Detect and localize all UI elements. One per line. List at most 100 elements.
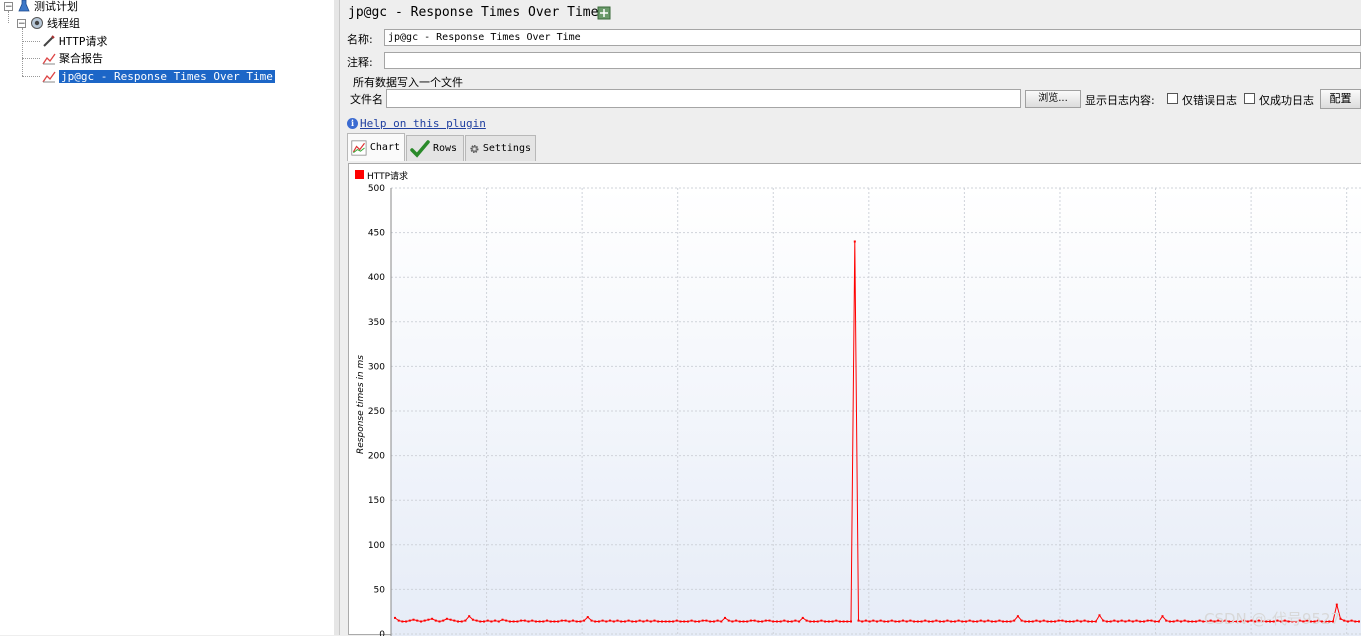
data-point: [1102, 619, 1105, 622]
data-point: [746, 620, 749, 623]
tree-item-test-plan[interactable]: − 测试计划: [4, 0, 78, 14]
data-point: [490, 620, 493, 623]
data-point: [1180, 620, 1182, 623]
data-point: [768, 619, 771, 622]
data-point: [983, 620, 986, 623]
name-field[interactable]: jp@gc - Response Times Over Time: [384, 29, 1361, 46]
data-point: [816, 620, 819, 623]
tab-rows[interactable]: Rows: [406, 135, 464, 161]
data-point: [438, 620, 441, 623]
data-point: [942, 620, 945, 623]
thread-group-icon: [31, 17, 43, 29]
data-point: [905, 620, 908, 623]
browse-button[interactable]: 浏览...: [1025, 90, 1081, 108]
data-point: [712, 620, 715, 623]
data-point: [464, 619, 467, 622]
data-point: [824, 620, 827, 623]
data-point: [416, 619, 419, 622]
collapse-toggle[interactable]: −: [4, 1, 13, 11]
data-point: [827, 620, 830, 623]
data-point: [1005, 620, 1008, 623]
tree-item-response-times-over-time[interactable]: jp@gc - Response Times Over Time: [42, 68, 275, 84]
data-point: [516, 620, 519, 623]
comment-field[interactable]: [384, 52, 1361, 69]
data-point: [1191, 620, 1194, 623]
errors-only-checkbox[interactable]: [1167, 93, 1178, 104]
success-only-checkbox[interactable]: [1244, 93, 1255, 104]
data-point: [427, 618, 430, 621]
tree-item-http-request[interactable]: HTTP请求: [42, 33, 108, 49]
data-point: [1002, 620, 1005, 623]
data-point: [794, 619, 797, 622]
data-point: [994, 620, 997, 623]
response-times-chart: 0 50 100 150 200 250 300 350 400 450 500 HTTP请求 Re…: [348, 163, 1361, 636]
data-point: [931, 620, 934, 623]
data-point: [957, 619, 960, 622]
data-point: [835, 619, 838, 622]
tab-settings[interactable]: Settings: [465, 135, 536, 161]
data-point: [572, 619, 574, 622]
data-point: [727, 619, 730, 622]
tree-item-aggregate-report[interactable]: 聚合报告: [42, 50, 103, 66]
data-point: [564, 619, 567, 622]
data-point: [408, 619, 411, 622]
filename-field[interactable]: [386, 89, 1021, 108]
data-point: [1020, 619, 1023, 622]
data-point: [612, 620, 615, 623]
data-point: [809, 620, 812, 623]
data-point: [968, 619, 971, 622]
test-plan-tree[interactable]: − 测试计划 − 线程组 HTTP请求 聚合报告 jp@gc - Respons…: [0, 0, 335, 635]
tab-chart[interactable]: Chart: [347, 133, 405, 161]
data-point: [1016, 615, 1019, 618]
data-point: [434, 619, 437, 622]
listener-panel: jp@gc - Response Times Over Time 名称: jp@…: [340, 0, 1361, 636]
http-sampler-icon: [43, 35, 55, 47]
data-point: [649, 620, 652, 623]
data-point: [1046, 620, 1049, 623]
y-tick-label: 500: [368, 184, 385, 194]
help-link[interactable]: Help on this plugin: [360, 117, 486, 130]
data-point: [772, 620, 775, 623]
data-point: [1013, 619, 1016, 622]
data-point: [1072, 620, 1075, 623]
report-icon: [42, 53, 56, 65]
data-point: [976, 620, 979, 623]
data-point: [471, 618, 474, 621]
data-point: [850, 620, 852, 623]
data-point: [586, 616, 589, 619]
data-point: [705, 619, 708, 622]
data-point: [549, 620, 552, 623]
data-point: [1031, 620, 1034, 623]
data-point: [813, 620, 815, 623]
data-point: [449, 618, 452, 621]
data-point: [998, 619, 1001, 622]
data-point: [1124, 620, 1127, 623]
data-point: [661, 620, 663, 623]
configure-button[interactable]: 配置: [1320, 89, 1361, 109]
data-point: [868, 620, 871, 623]
expand-icon[interactable]: [597, 6, 611, 20]
data-point: [779, 620, 782, 623]
data-point: [831, 620, 834, 623]
data-point: [1128, 619, 1131, 622]
data-point: [1068, 620, 1071, 623]
data-point: [1161, 615, 1164, 618]
data-point: [538, 620, 541, 623]
y-tick-label: 350: [368, 318, 385, 328]
data-point: [575, 620, 578, 623]
log-content-label: 显示日志内容:: [1085, 94, 1155, 107]
data-point: [520, 619, 523, 622]
data-point: [987, 619, 990, 622]
page-title: jp@gc - Response Times Over Time: [348, 5, 599, 20]
data-point: [616, 619, 619, 622]
data-point: [1335, 603, 1338, 606]
data-point: [761, 620, 764, 623]
collapse-toggle[interactable]: −: [17, 18, 26, 28]
data-point: [1094, 620, 1097, 623]
tree-item-thread-group[interactable]: − 线程组: [17, 15, 80, 31]
watermark: CSDN @-代号9527: [1204, 610, 1341, 628]
data-point: [1172, 620, 1175, 623]
data-point: [1057, 619, 1060, 622]
data-point: [1054, 620, 1056, 623]
data-point: [601, 619, 604, 622]
